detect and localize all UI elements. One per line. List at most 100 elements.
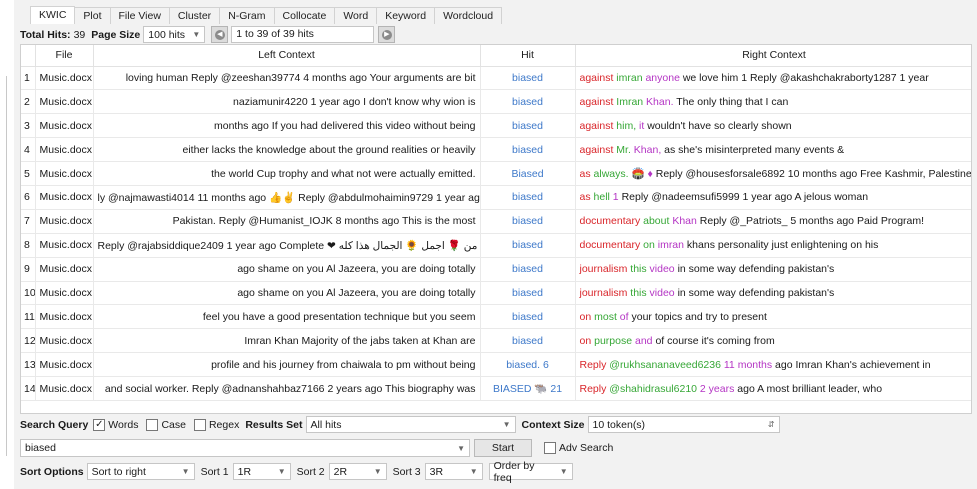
kwic-results-table[interactable]: File Left Context Hit Right Context 1 Mus…	[20, 44, 972, 414]
previous-page-button[interactable]: ◀	[211, 26, 229, 43]
right-rest: as she's misinterpreted many events &	[664, 143, 845, 156]
row-file: Music.docx	[35, 281, 94, 306]
right-word-3: imran	[657, 239, 684, 252]
row-left-context: Pakistan. Reply @Humanist_IOJK 8 months …	[93, 209, 481, 234]
right-word-3: 🏟️ ♦	[631, 168, 653, 180]
col-header-right-context[interactable]: Right Context	[575, 45, 971, 67]
row-left-context: Imran Khan Majority of the jabs taken at…	[93, 328, 481, 354]
row-left-context: either lacks the knowledge about the gro…	[93, 137, 481, 163]
right-word-3: video	[649, 286, 675, 299]
right-word-1: against	[579, 143, 614, 156]
table-row[interactable]: 11 Music.docx feel you have a good present…	[21, 304, 971, 330]
row-right-context: against Mr. Khan, as she's misinterprete…	[575, 137, 971, 163]
row-index: 6	[21, 185, 36, 210]
query-input-row: biased ▼ Start Adv Search	[20, 437, 619, 459]
tab-cluster[interactable]: Cluster	[168, 7, 221, 24]
row-hit: biased	[480, 89, 576, 115]
col-header-index[interactable]	[21, 45, 36, 67]
search-input[interactable]: biased ▼	[20, 439, 470, 457]
table-row[interactable]: 2 Music.docx naziamunir4220 1 year ago I d…	[21, 89, 971, 115]
chevron-down-icon: ▼	[559, 467, 568, 476]
table-row[interactable]: 4 Music.docx either lacks the knowledge ab…	[21, 137, 971, 163]
table-row[interactable]: 3 Music.docx months ago If you had deliver…	[21, 113, 971, 139]
table-row[interactable]: 10 Music.docx ago shame on you Al Jazeera,…	[21, 281, 971, 306]
sort3-select[interactable]: 3R ▼	[424, 463, 483, 480]
row-left-context: loving human Reply @zeeshan39774 4 month…	[93, 66, 481, 91]
col-header-file[interactable]: File	[35, 45, 94, 67]
tab-plot[interactable]: Plot	[74, 7, 111, 24]
case-checkbox[interactable]	[146, 418, 159, 431]
right-rest: khans personality just enlightening on h…	[686, 239, 879, 252]
sort1-select[interactable]: 1R ▼	[232, 463, 291, 480]
right-word-2: Imran	[616, 95, 644, 108]
left-edge-strip	[0, 0, 14, 489]
sort1-label: Sort 1	[200, 465, 229, 478]
table-row[interactable]: 5 Music.docx the world Cup trophy and what…	[21, 161, 971, 186]
row-hit: biased	[480, 257, 576, 282]
row-index: 12	[21, 328, 36, 354]
right-word-2: always.	[593, 168, 629, 180]
table-row[interactable]: 7 Music.docx Pakistan. Reply @Humanist_IOJ…	[21, 209, 971, 234]
right-word-1: as	[579, 191, 591, 204]
col-header-left-context[interactable]: Left Context	[93, 45, 481, 67]
col-header-hit[interactable]: Hit	[480, 45, 576, 67]
right-rest: of course it's coming from	[655, 334, 775, 347]
adv-search-checkbox[interactable]	[544, 442, 556, 454]
tab-n-gram[interactable]: N-Gram	[219, 7, 275, 24]
left-context-text: profile and his journey from chaiwala to…	[211, 358, 476, 371]
table-row[interactable]: 9 Music.docx ago shame on you Al Jazeera, …	[21, 257, 971, 282]
search-input-value: biased	[25, 442, 56, 454]
chevron-down-icon: ▼	[373, 467, 382, 476]
table-row[interactable]: 8 Music.docx Reply @rajabsiddique2409 1 ye…	[21, 233, 971, 258]
tab-wordcloud[interactable]: Wordcloud	[434, 7, 503, 24]
row-right-context: against him, it wouldn't have so clearly…	[575, 113, 971, 139]
right-word-1: journalism	[579, 286, 628, 299]
chevron-down-icon: ▼	[502, 420, 511, 429]
right-rest: we love him 1 Reply @akashchakraborty128…	[682, 71, 929, 84]
sort-mode-select[interactable]: Sort to right ▼	[86, 463, 195, 480]
arrow-left-icon: ◀	[214, 29, 225, 40]
table-row[interactable]: 13 Music.docx profile and his journey from…	[21, 352, 971, 378]
tab-collocate[interactable]: Collocate	[273, 7, 336, 24]
row-hit: BIASED 🐃 21	[480, 376, 576, 401]
words-label: Words	[108, 418, 139, 431]
tab-file-view[interactable]: File View	[109, 7, 170, 24]
table-row[interactable]: 1 Music.docx loving human Reply @zeeshan39…	[21, 66, 971, 91]
right-word-2: on	[643, 239, 655, 252]
row-right-context: against Imran Khan. The only thing that …	[575, 89, 971, 115]
regex-checkbox[interactable]	[193, 418, 206, 431]
order-select[interactable]: Order by freq ▼	[488, 460, 573, 484]
right-word-3: 1	[612, 191, 619, 204]
right-rest: The only thing that I can	[676, 95, 789, 108]
context-size-spinner[interactable]: 10 token(s) ⇵	[587, 416, 780, 433]
tab-keyword[interactable]: Keyword	[376, 7, 436, 24]
row-right-context: journalism this video in some way defend…	[575, 281, 971, 306]
row-file: Music.docx	[35, 66, 94, 91]
left-context-text: Pakistan. Reply @Humanist_IOJK 8 months …	[172, 215, 476, 228]
left-context-text: ago shame on you Al Jazeera, you are doi…	[237, 263, 476, 276]
words-checkbox[interactable]: ✓	[93, 418, 106, 431]
chevron-down-icon[interactable]: ▼	[457, 444, 465, 453]
row-hit: biased. 6	[480, 352, 576, 378]
right-word-2: him,	[616, 119, 637, 132]
right-word-2: hell	[593, 191, 610, 204]
hits-toolbar: Total Hits: 39 Page Size 100 hits ▼ ◀ 1 …	[20, 25, 398, 44]
page-size-value: 100 hits	[148, 28, 186, 41]
row-file: Music.docx	[35, 328, 94, 354]
table-row[interactable]: 6 Music.docx ly @najmawasti4014 11 months …	[21, 185, 971, 210]
spinner-arrows-icon[interactable]: ⇵	[768, 420, 775, 429]
left-context-text: Imran Khan Majority of the jabs taken at…	[244, 334, 476, 347]
tab-kwic[interactable]: KWIC	[30, 6, 76, 24]
next-page-button[interactable]: ▶	[378, 26, 396, 43]
sort2-select[interactable]: 2R ▼	[328, 463, 387, 480]
sort-mode-value: Sort to right	[91, 465, 146, 478]
tab-word[interactable]: Word	[334, 7, 378, 24]
start-button[interactable]: Start	[474, 439, 532, 457]
table-row[interactable]: 12 Music.docx Imran Khan Majority of the j…	[21, 328, 971, 354]
right-rest: Reply @_Patriots_ 5 months ago Paid Prog…	[699, 215, 925, 228]
page-size-select[interactable]: 100 hits ▼	[143, 26, 206, 43]
table-row[interactable]: 14 Music.docx and social worker. Reply @ad…	[21, 376, 971, 401]
hit-range-field[interactable]: 1 to 39 of 39 hits	[231, 26, 375, 43]
right-word-2: this	[630, 286, 647, 299]
results-set-select[interactable]: All hits ▼	[305, 416, 516, 433]
